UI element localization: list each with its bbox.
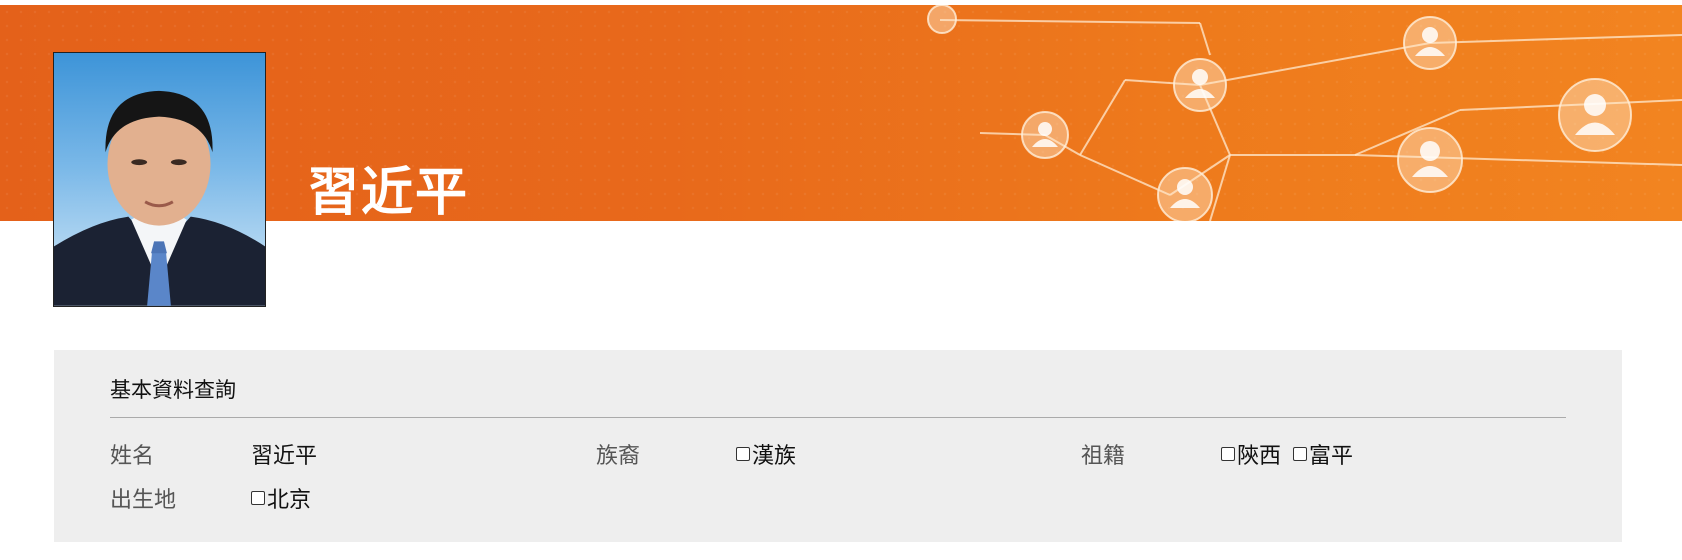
panel-divider	[110, 417, 1566, 418]
checkbox-icon[interactable]	[736, 447, 750, 461]
basic-info-panel: 基本資料查詢 姓名 習近平 族裔 漢族 祖籍 陝西 富平 出生地 北京	[54, 350, 1622, 542]
ethnicity-checkbox-han[interactable]: 漢族	[736, 438, 796, 470]
birthplace-checkbox-beijing[interactable]: 北京	[251, 482, 311, 514]
network-graphic	[927, 5, 1682, 221]
checkbox-icon[interactable]	[1293, 447, 1308, 461]
checkbox-label: 漢族	[752, 444, 797, 469]
checkbox-label: 北京	[267, 488, 312, 513]
name-label: 姓名	[110, 444, 155, 469]
profile-photo	[53, 52, 266, 307]
ethnicity-label: 族裔	[596, 444, 641, 469]
birthplace-label: 出生地	[110, 488, 177, 513]
ancestry-label: 祖籍	[1081, 444, 1126, 469]
checkbox-icon[interactable]	[1221, 447, 1235, 461]
checkbox-label: 陝西	[1237, 444, 1282, 469]
ancestry-checkbox-shaanxi[interactable]: 陝西	[1221, 438, 1281, 470]
panel-title: 基本資料查詢	[110, 378, 236, 402]
checkbox-label: 富平	[1309, 444, 1354, 469]
person-name-heading: 習近平	[307, 163, 470, 223]
checkbox-icon[interactable]	[251, 491, 265, 505]
birthplace-options: 北京	[251, 482, 311, 514]
ancestry-checkbox-fuping[interactable]: 富平	[1293, 438, 1353, 470]
name-value: 習近平	[251, 444, 318, 469]
ancestry-options: 陝西 富平	[1221, 438, 1353, 470]
portrait-image	[54, 90, 265, 306]
ethnicity-options: 漢族	[736, 438, 796, 470]
